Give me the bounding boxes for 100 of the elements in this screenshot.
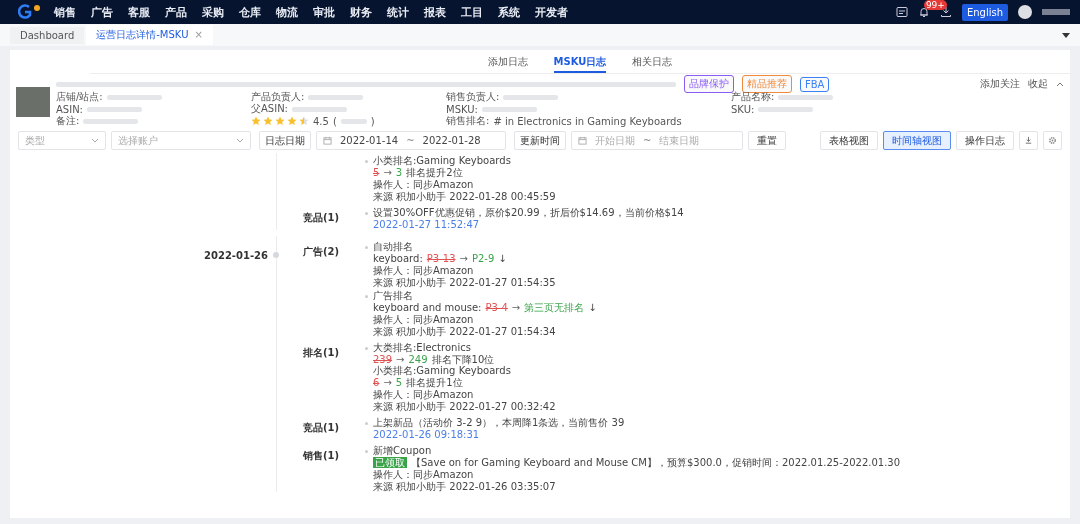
export-button[interactable] [1019, 131, 1038, 150]
log-category: 广告(2) [303, 246, 340, 257]
field-value: # in Electronics in Gaming Keyboards [493, 115, 682, 127]
product-photo-placeholder [16, 87, 50, 117]
bell-icon[interactable] [917, 6, 930, 18]
entry-bullet [365, 295, 368, 298]
log-tab[interactable]: 相关日志 [632, 54, 673, 73]
old-value: P3-13 [426, 252, 456, 264]
change-arrow: → [511, 301, 521, 313]
review-count-open: ( [332, 115, 337, 127]
menu-item[interactable]: 系统 [498, 4, 535, 20]
field-label: 产品负责人: [251, 90, 305, 104]
logo-icon[interactable] [18, 4, 42, 20]
entry-bullet [365, 246, 368, 249]
log-date-range[interactable]: 2022-01-14 ~ 2022-01-28 [316, 131, 506, 150]
page-tab[interactable]: Dashboard [10, 26, 85, 44]
collapse-link[interactable]: 收起 [1028, 77, 1048, 91]
source-text: 来源 积加小助手 2022-01-27 01:54:34 [373, 325, 557, 337]
log-text: 小类排名:Gaming Keyboards [373, 365, 511, 377]
update-time-range[interactable]: 开始日期 ~ 结束日期 [571, 131, 743, 150]
coupon-detail: 【Save on for Gaming Keyboard and Mouse CM】，预算$300.0，促销时间：2022.01.25-2022.01.30 [411, 456, 901, 468]
menu-item[interactable]: 统计 [387, 4, 424, 20]
log-text: 广告排名 [373, 290, 413, 302]
log-text: 设置30%OFF优惠促销，原价$20.99，折后价$14.69，当前价格$14 [373, 207, 684, 219]
log-tab[interactable]: 添加日志 [487, 54, 528, 73]
log-category: 竞品(1) [303, 212, 340, 223]
redacted-value [308, 94, 364, 100]
calendar-icon [323, 136, 332, 145]
download-icon[interactable] [939, 6, 952, 18]
new-value: 5 [395, 376, 403, 388]
update-time-label: 更新时间 [514, 131, 566, 150]
menu-item[interactable]: 销售 [54, 4, 91, 20]
follow-link[interactable]: 添加关注 [980, 77, 1020, 91]
change-note: 排名提升2位 [406, 166, 463, 178]
keyword-label: keyboard and mouse: [373, 301, 482, 313]
change-arrow: → [459, 252, 468, 264]
field-label: 备注: [56, 114, 80, 128]
new-value: 第三页无排名 [524, 301, 585, 313]
change-arrow: → [383, 166, 392, 178]
change-arrow: → [396, 353, 405, 365]
calendar-icon [578, 136, 587, 145]
change-note: 排名下降10位 [431, 353, 495, 365]
product-tag: 精品推荐 [742, 75, 792, 93]
avatar[interactable] [1018, 5, 1032, 19]
change-note: ↓ [498, 252, 507, 264]
menu-item[interactable]: 客服 [128, 4, 165, 20]
menu-item[interactable]: 财务 [350, 4, 387, 20]
caret-icon[interactable] [1062, 32, 1070, 38]
redacted-value [87, 106, 142, 112]
menu-item[interactable]: 仓库 [239, 4, 276, 20]
redacted-value [778, 94, 834, 100]
menu-item[interactable]: 产品 [165, 4, 202, 20]
reset-button[interactable]: 重置 [748, 131, 786, 150]
change-arrow: → [383, 376, 392, 388]
menu-item[interactable]: 物流 [276, 4, 313, 20]
keyword-label: keyboard: [373, 252, 423, 264]
page-tab[interactable]: 运营日志详情-MSKU × [86, 25, 213, 45]
log-text: 小类排名:Gaming Keyboards [373, 155, 511, 167]
coupon-status: 已领取 [373, 456, 407, 468]
field-label: 产品名称: [731, 90, 775, 104]
old-value: 239 [373, 353, 393, 365]
operator-text: 操作人：同步Amazon [373, 389, 475, 401]
view-button[interactable]: 时间轴视图 [883, 131, 951, 150]
chevron-down-icon [236, 138, 244, 143]
menu-item[interactable]: 报表 [424, 4, 461, 20]
source-text: 来源 积加小助手 2022-01-28 00:45:59 [373, 190, 556, 202]
menu-item[interactable]: 广告 [91, 4, 128, 20]
field-label: MSKU: [446, 103, 478, 115]
view-button[interactable]: 表格视图 [820, 131, 878, 150]
view-button[interactable]: 操作日志 [956, 131, 1014, 150]
timeline-dot [273, 252, 279, 258]
notification-badge: 99+ [923, 0, 947, 10]
source-text: 来源 积加小助手 2022-01-27 00:32:42 [373, 400, 556, 412]
entry-bullet [365, 160, 368, 163]
operator-text: 操作人：同步Amazon [373, 179, 475, 191]
window-icon[interactable] [895, 6, 908, 18]
field-label: 父ASIN: [251, 102, 288, 116]
menu-item[interactable]: 工目 [461, 4, 498, 20]
entry-bullet [365, 212, 368, 215]
menu-item[interactable]: 采购 [202, 4, 239, 20]
redacted-value [503, 94, 559, 100]
time-link[interactable]: 2022-01-26 09:18:31 [373, 428, 480, 440]
product-tag: 品牌保护 [684, 75, 734, 93]
log-tab[interactable]: MSKU日志 [553, 54, 607, 73]
entry-bullet [365, 422, 368, 425]
product-tag: FBA [800, 76, 830, 92]
redacted-username [1042, 9, 1070, 15]
old-value: P3-4 [485, 301, 508, 313]
new-value: P2-9 [471, 252, 495, 264]
menu-item[interactable]: 开发者 [535, 4, 572, 20]
field-label: 销售负责人: [446, 90, 500, 104]
field-label: SKU: [731, 103, 755, 115]
new-value: 249 [408, 353, 428, 365]
language-button[interactable]: English [961, 3, 1008, 21]
redacted-value [481, 106, 537, 112]
change-note: 排名提升1位 [406, 376, 463, 388]
menu-item[interactable]: 审批 [313, 4, 350, 20]
chevron-up-icon[interactable] [1056, 81, 1064, 87]
time-link[interactable]: 2022-01-27 11:52:47 [373, 218, 480, 230]
field-label: 店铺/站点: [56, 90, 103, 104]
